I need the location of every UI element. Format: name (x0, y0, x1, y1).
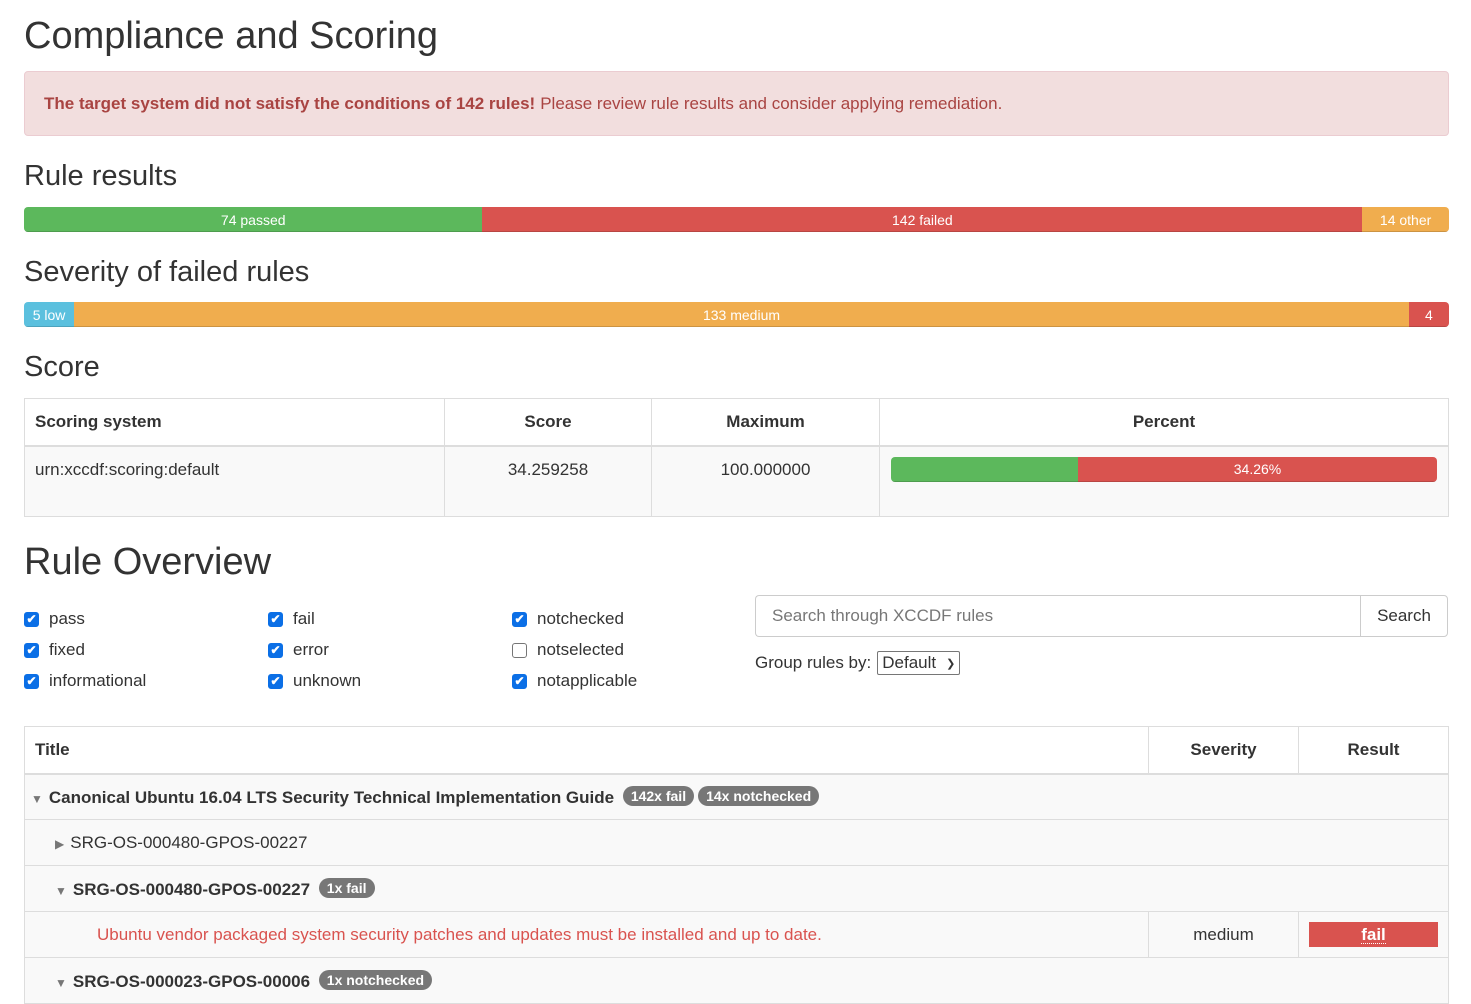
header-severity: Severity (1148, 726, 1299, 775)
filter-label: notchecked (537, 609, 624, 628)
passed-segment: 74 passed (24, 207, 483, 232)
chevron-down-icon: ❯ (946, 657, 956, 670)
header-score: Score (444, 398, 652, 447)
search-group: Search (755, 595, 1448, 637)
other-segment: 14 other (1362, 207, 1449, 232)
medium-segment: 133 medium (74, 302, 1409, 327)
score-value: 34.259258 (444, 445, 652, 517)
subgroup-row[interactable]: ▶ SRG-OS-000480-GPOS-00227 (24, 819, 1449, 866)
maximum-value: 100.000000 (651, 445, 880, 517)
failed-segment: 142 failed (482, 207, 1363, 232)
high-segment: 4 (1408, 302, 1449, 327)
group-rules-select[interactable]: Default ❯ (877, 651, 961, 675)
checkbox-icon[interactable]: ✔ (512, 611, 527, 627)
filter-label: unknown (293, 671, 362, 690)
rule-overview-title: Rule Overview (24, 541, 272, 583)
checkbox-icon[interactable] (512, 642, 527, 658)
subgroup-cell[interactable]: ▼ SRG-OS-000480-GPOS-00227 1x fail (24, 865, 1449, 912)
subgroup-cell[interactable]: ▶ SRG-OS-000480-GPOS-00227 (24, 819, 1449, 866)
header-maximum: Maximum (651, 398, 880, 447)
group-rules-value: Default (882, 653, 937, 672)
percent-pass-segment (891, 456, 1079, 482)
triangle-right-icon[interactable]: ▶ (55, 837, 64, 851)
filter-label: fail (293, 609, 315, 628)
rule-row[interactable]: Ubuntu vendor packaged system security p… (24, 911, 1449, 958)
rule-result-cell: fail (1298, 911, 1449, 958)
group-rules-control: Group rules by: Default ❯ (755, 651, 961, 675)
fail-count-badge: 1x fail (318, 877, 375, 898)
filter-notchecked[interactable]: ✔ notchecked (512, 609, 624, 629)
header-percent: Percent (879, 398, 1449, 447)
rule-title-link[interactable]: Ubuntu vendor packaged system security p… (24, 911, 1149, 958)
alert-text: Please review rule results and consider … (540, 93, 1003, 113)
rules-table: Title Severity Result ▼ Canonical Ubuntu … (24, 726, 1449, 1004)
percent-fail-segment: 34.26% (1078, 456, 1437, 482)
checkbox-icon[interactable]: ✔ (268, 673, 283, 689)
filter-label: informational (49, 671, 147, 690)
triangle-down-icon[interactable]: ▼ (55, 884, 67, 898)
notchecked-count-badge: 1x notchecked (318, 969, 433, 990)
score-header-row: Scoring system Score Maximum Percent (24, 398, 1449, 447)
search-button[interactable]: Search (1360, 595, 1448, 637)
filter-error[interactable]: ✔ error (268, 640, 329, 660)
triangle-down-icon[interactable]: ▼ (55, 976, 67, 990)
subgroup-title: SRG-OS-000480-GPOS-00227 (70, 832, 308, 852)
filter-label: pass (49, 609, 85, 628)
notchecked-count-badge: 14x notchecked (698, 785, 820, 806)
score-table: Scoring system Score Maximum Percent urn… (24, 398, 1449, 517)
checkbox-icon[interactable]: ✔ (24, 673, 39, 689)
page-title: Compliance and Scoring (24, 15, 439, 57)
checkbox-icon[interactable]: ✔ (512, 673, 527, 689)
severity-bar: 5 low 133 medium 4 (24, 302, 1449, 327)
subgroup-title: SRG-OS-000023-GPOS-00006 (72, 971, 311, 991)
checkbox-icon[interactable]: ✔ (24, 642, 39, 658)
rule-results-bar: 74 passed 142 failed 14 other (24, 207, 1449, 232)
header-title: Title (24, 726, 1149, 775)
alert-bold-text: The target system did not satisfy the co… (44, 93, 536, 113)
search-input[interactable] (755, 595, 1360, 637)
percent-bar: 34.26% (891, 456, 1437, 482)
score-title: Score (24, 351, 100, 383)
filter-informational[interactable]: ✔ informational (24, 671, 146, 691)
rule-severity: medium (1148, 911, 1299, 958)
severity-title: Severity of failed rules (24, 256, 310, 288)
filter-label: error (293, 640, 329, 659)
filter-label: fixed (49, 640, 85, 659)
score-row: urn:xccdf:scoring:default 34.259258 100.… (24, 445, 1449, 517)
filter-fixed[interactable]: ✔ fixed (24, 640, 85, 660)
subgroup-row[interactable]: ▼ SRG-OS-000480-GPOS-00227 1x fail (24, 865, 1449, 912)
filter-notselected[interactable]: notselected (512, 640, 624, 660)
rules-header-row: Title Severity Result (24, 726, 1449, 775)
filter-pass[interactable]: ✔ pass (24, 609, 85, 629)
result-fail-badge[interactable]: fail (1309, 922, 1438, 947)
group-row[interactable]: ▼ Canonical Ubuntu 16.04 LTS Security Tec… (24, 773, 1449, 820)
header-scoring-system: Scoring system (24, 398, 445, 447)
group-title: Canonical Ubuntu 16.04 LTS Security Tech… (48, 787, 615, 807)
filter-fail[interactable]: ✔ fail (268, 609, 315, 629)
low-segment: 5 low (24, 302, 75, 327)
fail-count-badge: 142x fail (622, 785, 695, 806)
filter-label: notapplicable (537, 671, 638, 690)
percent-cell: 34.26% (879, 445, 1449, 517)
filter-label: notselected (537, 640, 624, 659)
result-label: fail (1361, 924, 1386, 944)
subgroup-cell[interactable]: ▼ SRG-OS-000023-GPOS-00006 1x notchecked (24, 957, 1449, 1004)
group-cell[interactable]: ▼ Canonical Ubuntu 16.04 LTS Security Tec… (24, 773, 1449, 820)
header-result: Result (1298, 726, 1449, 775)
group-rules-label: Group rules by: (755, 653, 872, 672)
filter-notapplicable[interactable]: ✔ notapplicable (512, 671, 637, 691)
checkbox-icon[interactable]: ✔ (268, 642, 283, 658)
checkbox-icon[interactable]: ✔ (24, 611, 39, 627)
filter-unknown[interactable]: ✔ unknown (268, 671, 361, 691)
failure-alert: The target system did not satisfy the co… (24, 71, 1449, 136)
rule-results-title: Rule results (24, 160, 178, 192)
scoring-system-value: urn:xccdf:scoring:default (24, 445, 445, 517)
triangle-down-icon[interactable]: ▼ (31, 792, 43, 806)
subgroup-row[interactable]: ▼ SRG-OS-000023-GPOS-00006 1x notchecked (24, 957, 1449, 1004)
subgroup-title: SRG-OS-000480-GPOS-00227 (72, 879, 311, 899)
checkbox-icon[interactable]: ✔ (268, 611, 283, 627)
